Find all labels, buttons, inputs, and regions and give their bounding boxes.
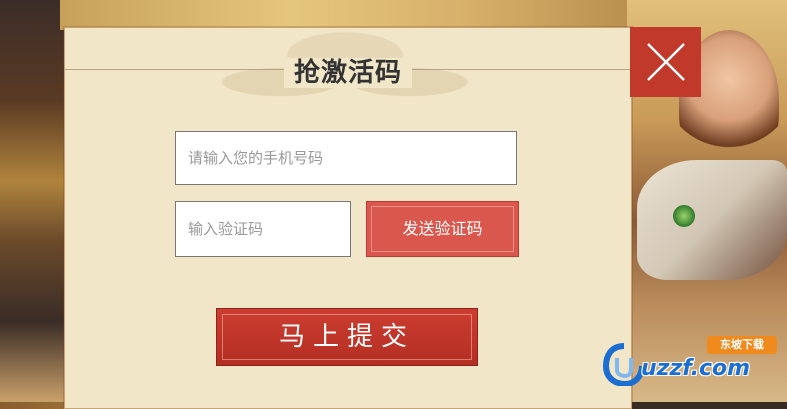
hero-character-robe: [637, 160, 787, 280]
send-code-button[interactable]: 发送验证码: [366, 201, 519, 257]
uzzf-logo-icon: [603, 343, 645, 386]
phone-input-placeholder: 请输入您的手机号码: [188, 149, 324, 167]
send-code-label: 发送验证码: [402, 219, 483, 238]
jade-ornament: [673, 205, 695, 227]
dialog-title: 抢激活码: [65, 52, 631, 89]
close-button[interactable]: [630, 27, 701, 97]
watermark-site: uzzf.com: [641, 356, 751, 381]
background-left-scene: [0, 0, 70, 402]
submit-button[interactable]: 马上提交: [216, 308, 478, 366]
submit-label: 马上提交: [278, 322, 415, 352]
activation-code-dialog: 抢激活码 请输入您的手机号码 输入验证码 发送验证码 马上提交: [64, 27, 632, 409]
verification-code-input[interactable]: 输入验证码: [175, 201, 351, 257]
watermark-logo: 东坡下载 uzzf.com: [603, 332, 783, 392]
background-top-scene: [60, 0, 640, 30]
watermark-badge: 东坡下载: [707, 336, 777, 354]
phone-input[interactable]: 请输入您的手机号码: [175, 131, 517, 185]
code-input-placeholder: 输入验证码: [188, 220, 264, 238]
close-icon: [647, 43, 685, 81]
